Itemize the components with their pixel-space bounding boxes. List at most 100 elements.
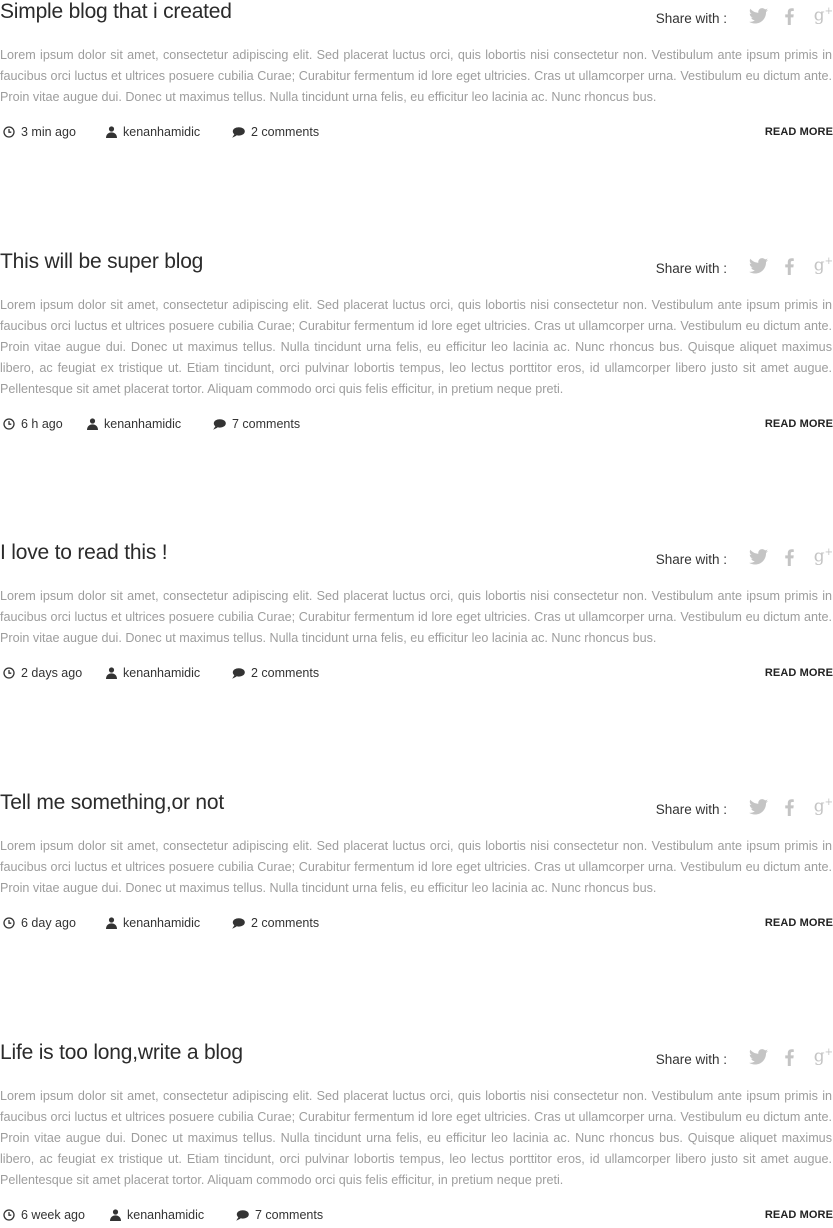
twitter-icon[interactable] [741,796,775,818]
blog-post: Tell me something,or not Share with : g+… [0,791,833,936]
post-time-label: 6 day ago [21,916,76,930]
post-title[interactable]: Life is too long,write a blog [0,1041,243,1065]
post-comments-label: 2 comments [251,666,320,680]
read-more-link[interactable]: READ MORE [765,126,833,138]
clock-icon [3,418,15,430]
user-icon [106,667,117,679]
read-more-link[interactable]: READ MORE [765,917,833,929]
post-title[interactable]: This will be super blog [0,250,203,274]
post-comments[interactable]: 2 comments [232,666,319,680]
post-author-label: kenanhamidic [123,666,201,680]
share-label: Share with : [655,801,727,817]
facebook-icon[interactable] [775,546,803,568]
google-plus-icon[interactable]: g+ [803,1046,833,1068]
post-meta: 6 week ago kenanhamidic 7 comments READ … [0,1208,833,1228]
post-excerpt: Lorem ipsum dolor sit amet, consectetur … [0,48,832,104]
post-author[interactable]: kenanhamidic [106,916,200,930]
post-header: Simple blog that i created Share with : … [0,0,833,28]
read-more-link[interactable]: READ MORE [765,1209,833,1221]
post-time: 6 h ago [3,417,63,431]
post-title[interactable]: I love to read this ! [0,541,168,565]
post-author[interactable]: kenanhamidic [106,125,200,139]
google-plus-icon[interactable]: g+ [803,255,833,277]
post-comments[interactable]: 7 comments [213,417,300,431]
read-more-link[interactable]: READ MORE [765,418,833,430]
post-comments-label: 2 comments [251,125,320,139]
post-title[interactable]: Tell me something,or not [0,791,224,815]
post-author[interactable]: kenanhamidic [106,666,200,680]
twitter-icon[interactable] [741,255,775,277]
share-bar: Share with : g+ [656,4,833,28]
post-meta: 6 day ago kenanhamidic 2 comments READ M… [0,916,833,936]
comment-bubble-icon [232,126,245,138]
facebook-icon[interactable] [775,1046,803,1068]
blog-post: This will be super blog Share with : g+ … [0,250,833,437]
share-bar: Share with : g+ [656,254,833,278]
post-author[interactable]: kenanhamidic [110,1208,204,1222]
post-title[interactable]: Simple blog that i created [0,0,232,24]
post-time: 3 min ago [3,125,76,139]
post-meta: 6 h ago kenanhamidic 7 comments READ MOR… [0,417,833,437]
blog-post: Simple blog that i created Share with : … [0,0,833,145]
post-comments-label: 7 comments [232,417,301,431]
post-excerpt: Lorem ipsum dolor sit amet, consectetur … [0,1089,832,1187]
post-comments-label: 2 comments [251,916,320,930]
post-time-label: 2 days ago [21,666,83,680]
post-excerpt: Lorem ipsum dolor sit amet, consectetur … [0,589,832,645]
user-icon [110,1209,121,1221]
post-time: 6 week ago [3,1208,85,1222]
google-plus-icon[interactable]: g+ [803,546,833,568]
post-author-label: kenanhamidic [123,916,201,930]
comment-bubble-icon [213,418,226,430]
comment-bubble-icon [232,917,245,929]
google-plus-icon[interactable]: g+ [803,796,833,818]
post-time-label: 6 week ago [21,1208,85,1222]
post-time-label: 6 h ago [21,417,63,431]
post-time: 6 day ago [3,916,76,930]
post-comments[interactable]: 2 comments [232,916,319,930]
post-meta: 2 days ago kenanhamidic 2 comments READ … [0,666,833,686]
facebook-icon[interactable] [775,796,803,818]
post-comments-label: 7 comments [255,1208,324,1222]
facebook-icon[interactable] [775,5,803,27]
share-label: Share with : [655,1051,727,1067]
post-comments[interactable]: 2 comments [232,125,319,139]
google-plus-icon[interactable]: g+ [803,5,833,27]
user-icon [87,418,98,430]
facebook-icon[interactable] [775,255,803,277]
post-header: Tell me something,or not Share with : g+ [0,791,833,819]
share-label: Share with : [655,10,727,26]
share-bar: Share with : g+ [656,795,833,819]
post-author-label: kenanhamidic [127,1208,205,1222]
read-more-link[interactable]: READ MORE [765,667,833,679]
twitter-icon[interactable] [741,5,775,27]
share-bar: Share with : g+ [656,545,833,569]
post-time: 2 days ago [3,666,82,680]
share-label: Share with : [655,260,727,276]
post-excerpt: Lorem ipsum dolor sit amet, consectetur … [0,839,832,895]
comment-bubble-icon [236,1209,249,1221]
post-meta: 3 min ago kenanhamidic 2 comments READ M… [0,125,833,145]
post-header: This will be super blog Share with : g+ [0,250,833,278]
share-bar: Share with : g+ [656,1045,833,1069]
clock-icon [3,126,15,138]
twitter-icon[interactable] [741,546,775,568]
share-label: Share with : [655,551,727,567]
clock-icon [3,1209,15,1221]
post-header: Life is too long,write a blog Share with… [0,1041,833,1069]
post-author[interactable]: kenanhamidic [87,417,181,431]
post-author-label: kenanhamidic [123,125,201,139]
post-header: I love to read this ! Share with : g+ [0,541,833,569]
twitter-icon[interactable] [741,1046,775,1068]
user-icon [106,917,117,929]
blog-post: I love to read this ! Share with : g+ Lo… [0,541,833,686]
post-author-label: kenanhamidic [104,417,182,431]
clock-icon [3,667,15,679]
post-comments[interactable]: 7 comments [236,1208,323,1222]
comment-bubble-icon [232,667,245,679]
post-time-label: 3 min ago [21,125,76,139]
user-icon [106,126,117,138]
clock-icon [3,917,15,929]
blog-post: Life is too long,write a blog Share with… [0,1041,833,1228]
post-excerpt: Lorem ipsum dolor sit amet, consectetur … [0,298,832,396]
